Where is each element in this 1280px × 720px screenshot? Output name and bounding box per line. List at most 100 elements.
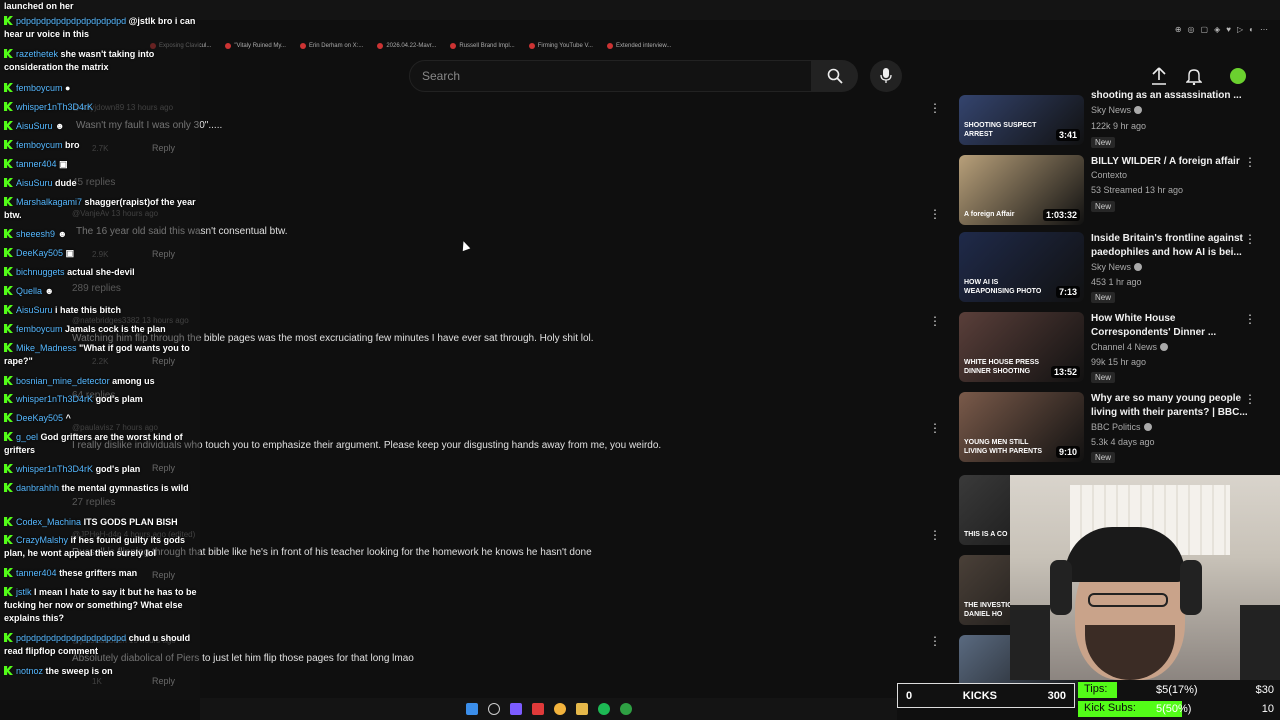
chat-username[interactable]: bosnian_mine_detector	[16, 376, 110, 386]
video-thumbnail[interactable]: A foreign Affair 1:03:32	[959, 155, 1084, 225]
comment-more-icon[interactable]: ⋮	[929, 207, 941, 221]
chat-username[interactable]: whisper1nTh3D4rK	[16, 102, 93, 112]
chat-username[interactable]: razethetek	[16, 49, 58, 59]
extension-icon[interactable]: ◈	[1214, 25, 1220, 34]
chat-username[interactable]: Mike_Madness	[16, 343, 77, 353]
extension-icon[interactable]: ◐	[1249, 25, 1254, 34]
chat-username[interactable]: femboycum	[16, 324, 63, 334]
chat-username[interactable]: whisper1nTh3D4rK	[16, 394, 93, 404]
extension-icon[interactable]: ▷	[1237, 25, 1243, 34]
video-more-icon[interactable]: ⋮	[1244, 232, 1256, 246]
channel-name[interactable]: Channel 4 News	[1091, 342, 1169, 352]
video-thumbnail[interactable]: SHOOTING SUSPECT ARREST 3:41	[959, 95, 1084, 145]
chat-message: jstlk I mean I hate to say it but he has…	[4, 586, 198, 625]
extension-icon[interactable]: ⋯	[1260, 25, 1268, 34]
chat-username[interactable]: AisuSuru	[16, 178, 53, 188]
video-more-icon[interactable]: ⋮	[1244, 312, 1256, 326]
chat-username[interactable]: Codex_Machina	[16, 517, 81, 527]
comment-more-icon[interactable]: ⋮	[929, 634, 941, 648]
video-card[interactable]: A foreign Affair 1:03:32 BILLY WILDER / A …	[958, 155, 1268, 230]
search-button[interactable]	[812, 60, 858, 92]
app-icon[interactable]	[531, 703, 544, 715]
spotify-icon[interactable]	[597, 703, 610, 715]
video-card[interactable]: YOUNG MEN STILL LIVING WITH PARENTS 9:10 W…	[958, 392, 1268, 467]
chat-username[interactable]: tanner404	[16, 568, 57, 578]
bookmark-item[interactable]: Erin Derham on X:...	[299, 40, 363, 52]
kick-badge-icon	[4, 140, 13, 149]
chat-username[interactable]: AisuSuru	[16, 121, 53, 131]
video-title[interactable]: Why are so many young people living with…	[1091, 392, 1251, 420]
bookmark-item[interactable]: Russell Brand Impl...	[450, 40, 515, 52]
account-button[interactable]	[1228, 66, 1248, 86]
chat-username[interactable]: tanner404	[16, 159, 57, 169]
video-more-icon[interactable]: ⋮	[1244, 392, 1256, 406]
chat-username[interactable]: sheeesh9	[16, 229, 55, 239]
chat-username[interactable]: Quella	[16, 286, 42, 296]
channel-name[interactable]: BBC Politics	[1091, 422, 1152, 432]
comment-more-icon[interactable]: ⋮	[929, 528, 941, 542]
chat-username[interactable]: DeeKay505	[16, 413, 63, 423]
bookmark-item[interactable]: 2026.04.22-Mavr...	[377, 40, 436, 52]
upload-button[interactable]	[1149, 66, 1169, 86]
chat-username[interactable]: DeeKay505	[16, 248, 63, 258]
chat-username[interactable]: danbrahhh	[16, 483, 59, 493]
bookmark-item[interactable]: "Vitaly Ruined My...	[225, 40, 286, 52]
bookmark-item[interactable]: Extended interview...	[606, 40, 671, 52]
chat-text: ^	[65, 413, 71, 423]
video-title[interactable]: Inside Britain's frontline against paedo…	[1091, 232, 1251, 260]
kick-badge-icon	[4, 267, 13, 276]
kick-badge-icon	[4, 49, 13, 58]
xbox-icon[interactable]	[619, 703, 632, 715]
video-card[interactable]: HOW AI IS WEAPONISING PHOTO 7:13 Inside Br…	[958, 232, 1268, 307]
video-thumbnail[interactable]: HOW AI IS WEAPONISING PHOTO 7:13	[959, 232, 1084, 302]
chat-text: ▣	[59, 159, 68, 169]
tips-goals: Tips: $5(17%) $30 Kick Subs: 5(50%) 10	[1078, 680, 1280, 720]
video-title[interactable]: BILLY WILDER / A foreign affair	[1091, 155, 1251, 169]
kick-badge-icon	[4, 305, 13, 314]
video-title[interactable]: shooting as an assassination ...	[1091, 89, 1251, 103]
search-taskbar-icon[interactable]	[487, 703, 500, 715]
notifications-button[interactable]	[1184, 66, 1204, 86]
video-stats: 53 Streamed 13 hr ago	[1091, 185, 1184, 195]
chat-username[interactable]: g_oel	[16, 432, 38, 442]
chat-username[interactable]: whisper1nTh3D4rK	[16, 464, 93, 474]
windows-taskbar	[200, 698, 897, 720]
chat-username[interactable]: bichnuggets	[16, 267, 65, 277]
video-title[interactable]: How White House Correspondents' Dinner .…	[1091, 312, 1251, 340]
chat-username[interactable]: jstlk	[16, 587, 32, 597]
channel-name[interactable]: Contexto	[1091, 170, 1127, 180]
chat-message: pdpdpdpdpdpdpdpdpdpdpd @jstlk bro i can …	[4, 15, 198, 41]
extension-icon[interactable]: ▢	[1201, 25, 1209, 34]
tips-label: Tips:	[1078, 682, 1114, 698]
chat-username[interactable]: pdpdpdpdpdpdpdpdpdpdpd	[16, 16, 126, 26]
video-thumbnail[interactable]: WHITE HOUSE PRESS DINNER SHOOTING 13:52	[959, 312, 1084, 382]
windows-start-icon[interactable]	[465, 703, 478, 715]
folder-icon[interactable]	[575, 703, 588, 715]
video-card[interactable]: WHITE HOUSE PRESS DINNER SHOOTING 13:52 Ho…	[958, 312, 1268, 387]
comment-more-icon[interactable]: ⋮	[929, 421, 941, 435]
bookmark-item[interactable]: Firming YouTube V...	[528, 40, 593, 52]
search-input[interactable]: Search	[409, 60, 812, 92]
comment-more-icon[interactable]: ⋮	[929, 314, 941, 328]
extension-icon[interactable]: ♥	[1226, 25, 1231, 34]
extension-icon[interactable]: ⊕	[1175, 25, 1182, 34]
voice-search-button[interactable]	[870, 60, 902, 92]
chat-username[interactable]: Marshalkagami7	[16, 197, 82, 207]
kick-badge-icon	[4, 517, 13, 526]
channel-name[interactable]: Sky News	[1091, 262, 1143, 272]
channel-name[interactable]: Sky News	[1091, 105, 1143, 115]
kick-badge-icon	[4, 464, 13, 473]
discord-icon[interactable]	[509, 703, 522, 715]
extension-icon[interactable]: ◎	[1188, 25, 1195, 34]
video-thumbnail[interactable]: YOUNG MEN STILL LIVING WITH PARENTS 9:10	[959, 392, 1084, 462]
chat-username[interactable]: notnoz	[16, 666, 43, 676]
chat-username[interactable]: femboycum	[16, 83, 63, 93]
chrome-icon[interactable]	[553, 703, 566, 715]
comment-more-icon[interactable]: ⋮	[929, 101, 941, 115]
chat-username[interactable]: AisuSuru	[16, 305, 53, 315]
chat-username[interactable]: CrazyMalshy	[16, 535, 68, 545]
chat-message: Mike_Madness "What if god wants you to r…	[4, 342, 198, 368]
chat-username[interactable]: pdpdpdpdpdpdpdpdpdpdpd	[16, 633, 126, 643]
chat-username[interactable]: femboycum	[16, 140, 63, 150]
video-more-icon[interactable]: ⋮	[1244, 155, 1256, 169]
